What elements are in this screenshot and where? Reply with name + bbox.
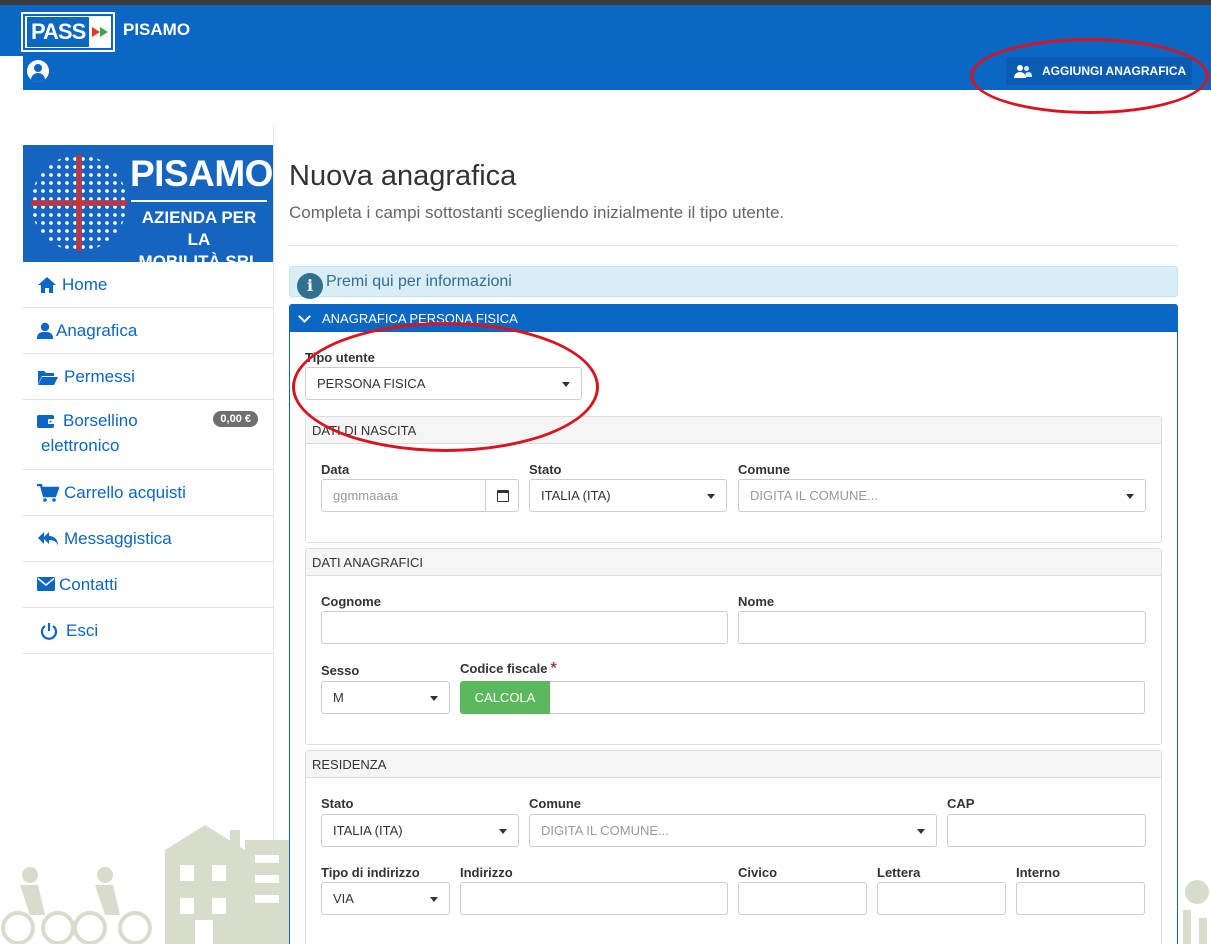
nome-input[interactable] — [738, 611, 1146, 644]
data-nascita-label: Data — [321, 462, 350, 477]
sidebar-item-messaggistica[interactable]: Messaggistica — [23, 516, 273, 562]
cap-input[interactable] — [947, 814, 1146, 847]
interno-input[interactable] — [1016, 882, 1145, 915]
dati-anagrafici-panel: DATI ANAGRAFICI — [305, 548, 1162, 745]
sidebar-item-borsellino[interactable]: Borsellino elettronico 0,00 € — [23, 400, 273, 470]
sidebar-item-label: Borsellino elettronico — [41, 411, 138, 455]
page-title: Nuova anagrafica — [289, 160, 517, 192]
tipo-indirizzo-label: Tipo di indirizzo — [321, 865, 420, 880]
caret-down-icon — [707, 494, 715, 499]
pisamo-logo-title: PISAMO — [130, 153, 273, 194]
caret-down-icon — [1126, 494, 1134, 499]
folder-open-icon — [37, 368, 59, 386]
home-icon — [37, 276, 57, 294]
stato-residenza-label: Stato — [321, 796, 354, 811]
sidebar-item-label: Permessi — [64, 366, 135, 386]
required-mark: * — [550, 660, 557, 677]
cognome-input[interactable] — [321, 611, 728, 644]
cognome-label: Cognome — [321, 594, 381, 609]
sidebar-item-contatti[interactable]: Contatti — [23, 562, 273, 608]
civico-label: Civico — [738, 865, 778, 880]
city-illustration-right — [1183, 880, 1209, 944]
title-divider — [289, 245, 1178, 246]
chevron-down-icon — [298, 310, 311, 323]
sidebar-item-label: Esci — [66, 620, 99, 640]
page-subtitle: Completa i campi sottostanti scegliendo … — [289, 203, 785, 222]
tipo-indirizzo-select[interactable]: VIA — [321, 882, 450, 915]
data-nascita-input[interactable]: ggmmaaaa — [321, 479, 486, 512]
envelope-icon — [37, 576, 55, 594]
arrows-icon — [92, 27, 109, 37]
interno-label: Interno — [1016, 865, 1061, 880]
civico-input[interactable] — [738, 882, 867, 915]
indirizzo-input[interactable] — [460, 882, 728, 915]
caret-down-icon — [917, 829, 925, 834]
sidebar-item-label: Contatti — [59, 574, 118, 594]
comune-residenza-label: Comune — [529, 796, 581, 811]
sidebar-item-label: Home — [62, 274, 108, 294]
sesso-select[interactable]: M — [321, 681, 450, 714]
city-illustration — [1, 825, 290, 944]
dati-anagrafici-title: DATI ANAGRAFICI — [306, 549, 1161, 576]
wallet-icon — [37, 413, 55, 431]
comune-nascita-label: Comune — [738, 462, 790, 477]
annotation-circle-add-button — [970, 38, 1209, 114]
calendar-button[interactable] — [485, 479, 519, 512]
caret-down-icon — [430, 897, 438, 902]
indirizzo-label: Indirizzo — [460, 865, 513, 880]
lettera-label: Lettera — [877, 865, 921, 880]
sidebar-item-permessi[interactable]: Permessi — [23, 354, 273, 400]
sidebar: PISAMO AZIENDA PER LA MOBILITÀ SRL Home … — [23, 145, 273, 654]
sidebar-item-carrello[interactable]: Carrello acquisti — [23, 470, 273, 516]
sidebar-item-esci[interactable]: Esci — [23, 608, 273, 654]
brand-name[interactable]: PISAMO — [123, 20, 190, 40]
comune-residenza-select[interactable]: DIGITA IL COMUNE... — [529, 814, 937, 847]
caret-down-icon — [430, 696, 438, 701]
codice-fiscale-input[interactable] — [550, 681, 1145, 714]
user-icon — [37, 322, 53, 340]
stato-nascita-label: Stato — [529, 462, 562, 477]
annotation-circle-tipo-utente — [292, 322, 599, 452]
pisamo-logo-subtitle: AZIENDA PER LA MOBILITÀ SRL — [138, 208, 260, 262]
calendar-icon — [497, 490, 509, 502]
sidebar-item-anagrafica[interactable]: Anagrafica — [23, 308, 273, 354]
stato-nascita-select[interactable]: ITALIA (ITA) — [529, 479, 727, 512]
sesso-label: Sesso — [321, 663, 360, 678]
reply-all-icon — [37, 530, 59, 548]
pisamo-logo: PISAMO AZIENDA PER LA MOBILITÀ SRL — [23, 145, 273, 262]
info-icon: i — [297, 272, 323, 299]
pass-logo[interactable]: PASS — [21, 12, 115, 52]
sidebar-item-label: Anagrafica — [56, 320, 138, 340]
lettera-input[interactable] — [877, 882, 1006, 915]
nome-label: Nome — [738, 594, 775, 609]
wallet-balance-badge: 0,00 € — [213, 411, 258, 427]
info-toggle[interactable]: i Premi qui per informazioni — [289, 266, 1178, 299]
info-text: Premi qui per informazioni — [326, 272, 512, 290]
stato-residenza-select[interactable]: ITALIA (ITA) — [321, 814, 519, 847]
sidebar-item-label: Messaggistica — [64, 528, 172, 548]
sidebar-item-home[interactable]: Home — [23, 262, 273, 308]
pass-logo-text: PASS — [27, 17, 90, 47]
power-icon — [40, 622, 58, 640]
caret-down-icon — [499, 829, 507, 834]
codice-fiscale-label: Codice fiscale * — [460, 660, 557, 677]
residenza-title: RESIDENZA — [306, 751, 1161, 778]
comune-nascita-select[interactable]: DIGITA IL COMUNE... — [738, 479, 1146, 512]
calcola-button[interactable]: CALCOLA — [460, 681, 550, 714]
user-account-icon[interactable] — [27, 60, 49, 82]
sidebar-item-label: Carrello acquisti — [64, 482, 186, 502]
cap-label: CAP — [947, 796, 975, 811]
cart-icon — [37, 483, 60, 502]
